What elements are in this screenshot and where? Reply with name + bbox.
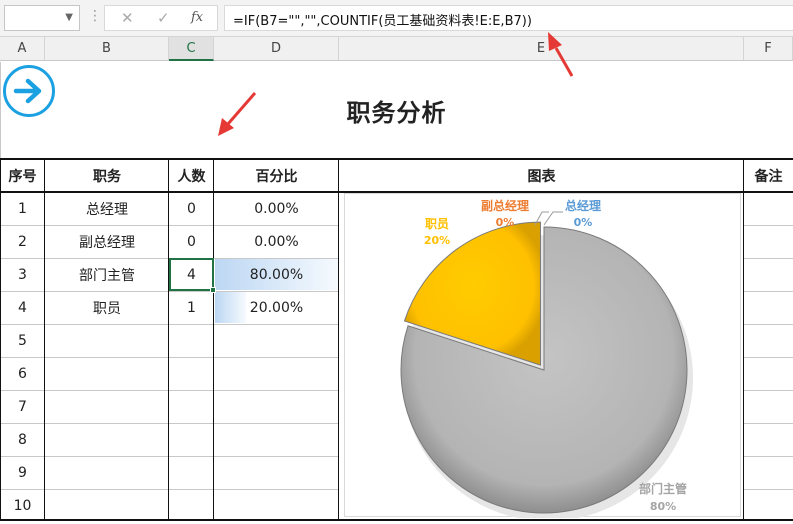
red-arrow-1	[218, 92, 257, 136]
red-arrow-2	[548, 32, 574, 77]
annotation-arrows	[218, 32, 574, 136]
